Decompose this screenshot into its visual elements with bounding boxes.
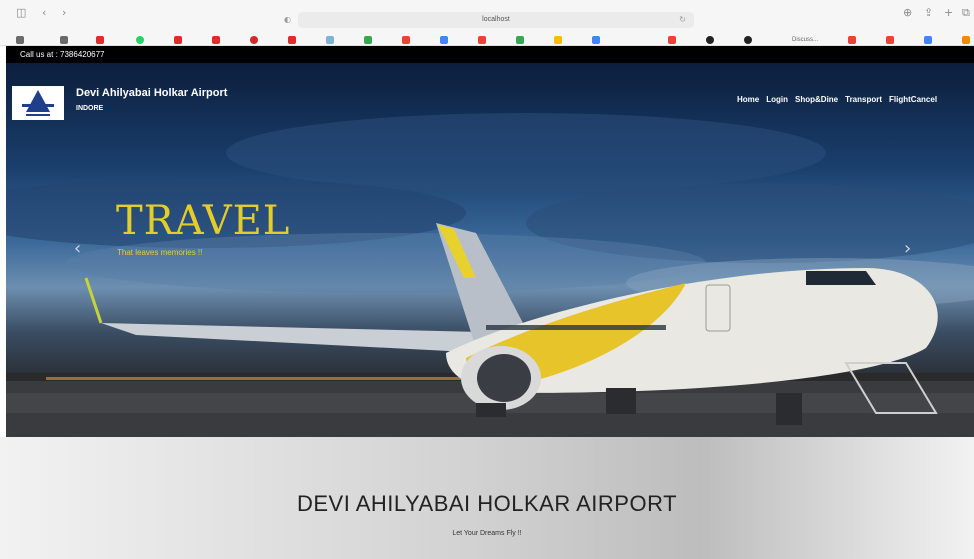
section-subtitle: Let Your Dreams Fly !! (452, 530, 522, 537)
gmail-icon[interactable] (668, 36, 676, 44)
gmail-icon[interactable] (402, 36, 410, 44)
bookmark-icon[interactable] (554, 36, 562, 44)
youtube-icon[interactable] (212, 36, 220, 44)
nav-login[interactable]: Login (766, 95, 788, 104)
nav-flight-cancel[interactable]: FlightCancel (889, 95, 937, 104)
back-icon[interactable]: ‹ (42, 2, 46, 24)
nav-transport[interactable]: Transport (845, 95, 882, 104)
bookmark-icon[interactable] (516, 36, 524, 44)
section-title: DEVI AHILYABAI HOLKAR AIRPORT (296, 491, 678, 516)
bookmark-icon[interactable] (250, 36, 258, 44)
whatsapp-icon[interactable] (136, 36, 144, 44)
google-icon[interactable] (924, 36, 932, 44)
address-bar[interactable]: localhost ↻ (298, 12, 694, 28)
bookmark-discuss[interactable]: Discuss... (792, 34, 818, 46)
docs-icon[interactable] (592, 36, 600, 44)
brand-city: INDORE (76, 105, 104, 112)
main-nav: Home Login Shop&Dine Transport FlightCan… (737, 95, 937, 104)
google-icon[interactable] (440, 36, 448, 44)
bookmark-icon[interactable] (16, 36, 24, 44)
bookmark-icon[interactable] (326, 36, 334, 44)
contact-strip: Call us at : 7386420677 (6, 46, 974, 63)
github-icon[interactable] (706, 36, 714, 44)
sidebar-toggle-icon[interactable]: ◫ (16, 2, 26, 24)
bookmark-icon[interactable] (364, 36, 372, 44)
gmail-icon[interactable] (886, 36, 894, 44)
chevron-right-icon[interactable]: › (904, 238, 911, 259)
new-tab-icon[interactable]: + (944, 2, 953, 24)
airport-logo[interactable] (12, 86, 64, 120)
github-icon[interactable] (744, 36, 752, 44)
brand-name: Devi Ahilyabai Holkar Airport (76, 87, 228, 99)
bookmarks-bar: Discuss... (0, 34, 974, 46)
bookmark-icon[interactable] (962, 36, 970, 44)
nav-home[interactable]: Home (737, 95, 759, 104)
hero-tagline: That leaves memories !! (117, 248, 203, 257)
gmail-icon[interactable] (848, 36, 856, 44)
youtube-icon[interactable] (174, 36, 182, 44)
youtube-icon[interactable] (288, 36, 296, 44)
browser-titlebar: ◫ ‹ › ◐ localhost ↻ ⊕ ⇪ + ⧉ (0, 0, 974, 34)
nav-shop-dine[interactable]: Shop&Dine (795, 95, 838, 104)
privacy-shield-icon: ◐ (284, 15, 291, 24)
hero-headline: TRAVEL (116, 198, 291, 244)
url-text: localhost (482, 16, 510, 23)
download-icon[interactable]: ⊕ (903, 2, 912, 24)
call-us-text: Call us at : 7386420677 (20, 50, 105, 59)
reload-icon[interactable]: ↻ (679, 12, 686, 28)
youtube-icon[interactable] (96, 36, 104, 44)
tab-overview-icon[interactable]: ⧉ (962, 2, 970, 24)
bookmark-icon[interactable] (60, 36, 68, 44)
chevron-left-icon[interactable]: ‹ (74, 238, 81, 259)
gmail-icon[interactable] (478, 36, 486, 44)
share-icon[interactable]: ⇪ (924, 2, 933, 24)
forward-icon[interactable]: › (62, 2, 66, 24)
